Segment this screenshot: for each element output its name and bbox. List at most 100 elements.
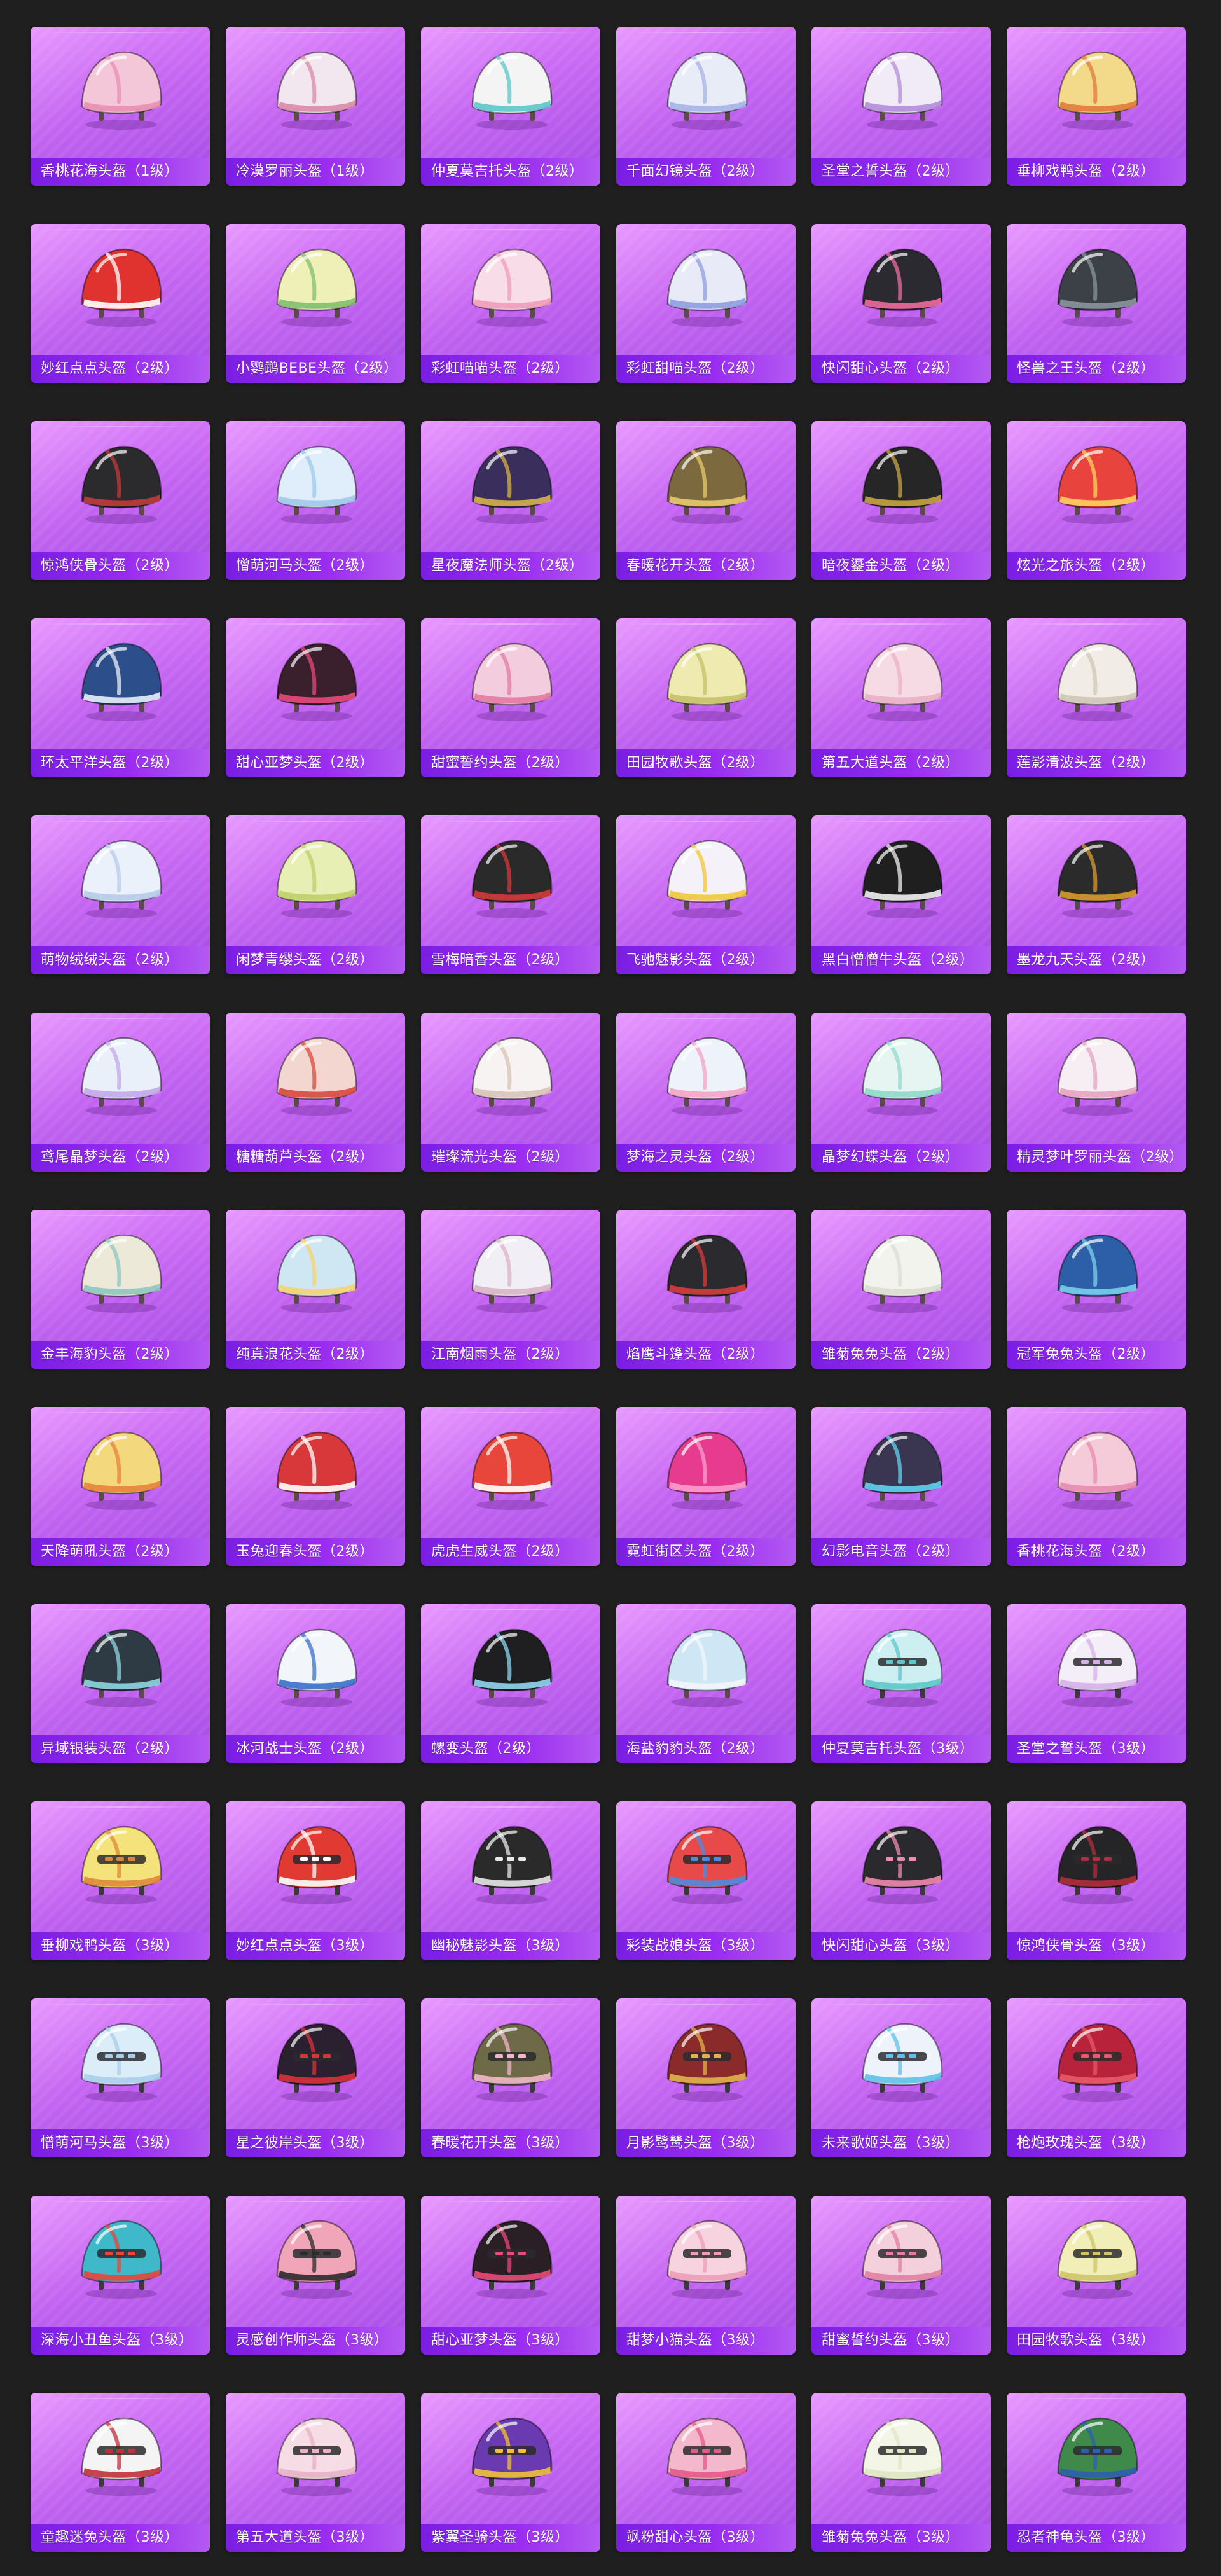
helmet-card[interactable]: 雪梅暗香头盔（2级）: [421, 815, 600, 974]
helmet-icon: [81, 1234, 162, 1313]
helmet-name: 甜蜜誓约头盔（2级）: [421, 749, 600, 777]
helmet-card[interactable]: 飞驰魅影头盔（2级）: [616, 815, 796, 974]
helmet-card[interactable]: 田园牧歌头盔（3级）: [1007, 2196, 1186, 2355]
helmet-name: 仲夏莫吉托头盔（2级）: [421, 158, 600, 186]
helmet-icon: [81, 1431, 162, 1510]
helmet-icon: [81, 248, 162, 327]
helmet-card[interactable]: 田园牧歌头盔（2级）: [616, 618, 796, 777]
helmet-card[interactable]: 幽秘魅影头盔（3级）: [421, 1801, 600, 1960]
helmet-icon: [862, 1825, 943, 1904]
helmet-card[interactable]: 冰河战士头盔（2级）: [226, 1604, 405, 1763]
helmet-card[interactable]: 鸢尾晶梦头盔（2级）: [31, 1013, 210, 1172]
helmet-card[interactable]: 焰鹰斗篷头盔（2级）: [616, 1210, 796, 1369]
helmet-card[interactable]: 仲夏莫吉托头盔（2级）: [421, 27, 600, 186]
helmet-card[interactable]: 灵感创作师头盔（3级）: [226, 2196, 405, 2355]
helmet-name: 金丰海豹头盔（2级）: [31, 1341, 210, 1369]
helmet-card[interactable]: 彩装战娘头盔（3级）: [616, 1801, 796, 1960]
helmet-card[interactable]: 冠军兔兔头盔（2级）: [1007, 1210, 1186, 1369]
helmet-card[interactable]: 雏菊兔兔头盔（3级）: [811, 2393, 991, 2552]
helmet-card[interactable]: 星之彼岸头盔（3级）: [226, 1998, 405, 2157]
helmet-card[interactable]: 深海小丑鱼头盔（3级）: [31, 2196, 210, 2355]
helmet-card[interactable]: 枪炮玫瑰头盔（3级）: [1007, 1998, 1186, 2157]
helmet-card[interactable]: 香桃花海头盔（1级）: [31, 27, 210, 186]
helmet-card[interactable]: 玉兔迎春头盔（2级）: [226, 1407, 405, 1566]
helmet-card[interactable]: 甜心亚梦头盔（3级）: [421, 2196, 600, 2355]
helmet-card[interactable]: 甜梦小猫头盔（3级）: [616, 2196, 796, 2355]
helmet-card[interactable]: 闲梦青缨头盔（2级）: [226, 815, 405, 974]
helmet-card[interactable]: 垂柳戏鸭头盔（3级）: [31, 1801, 210, 1960]
helmet-card[interactable]: 糖糖葫芦头盔（2级）: [226, 1013, 405, 1172]
helmet-card[interactable]: 春暖花开头盔（2级）: [616, 421, 796, 580]
helmet-card[interactable]: 惊鸿侠骨头盔（3级）: [1007, 1801, 1186, 1960]
helmet-card[interactable]: 梦海之灵头盔（2级）: [616, 1013, 796, 1172]
helmet-card[interactable]: 快闪甜心头盔（2级）: [811, 224, 991, 383]
helmet-card[interactable]: 憎萌河马头盔（3级）: [31, 1998, 210, 2157]
helmet-icon: [666, 1234, 748, 1313]
helmet-card[interactable]: 彩虹喵喵头盔（2级）: [421, 224, 600, 383]
helmet-card[interactable]: 螺变头盔（2级）: [421, 1604, 600, 1763]
helmet-card[interactable]: 纯真浪花头盔（2级）: [226, 1210, 405, 1369]
helmet-card[interactable]: 千面幻镜头盔（2级）: [616, 27, 796, 186]
helmet-icon: [276, 1628, 357, 1707]
helmet-icon: [471, 642, 553, 721]
helmet-card[interactable]: 彩虹甜喵头盔（2级）: [616, 224, 796, 383]
helmet-card[interactable]: 莲影清波头盔（2级）: [1007, 618, 1186, 777]
helmet-name: 春暖花开头盔（3级）: [421, 2129, 600, 2157]
helmet-card[interactable]: 海盐豹豹头盔（2级）: [616, 1604, 796, 1763]
helmet-card[interactable]: 晶梦幻蝶头盔（2级）: [811, 1013, 991, 1172]
helmet-card[interactable]: 小鹦鹉BEBE头盔（2级）: [226, 224, 405, 383]
helmet-icon: [862, 642, 943, 721]
helmet-card[interactable]: 未来歌姬头盔（3级）: [811, 1998, 991, 2157]
helmet-card[interactable]: 甜心亚梦头盔（2级）: [226, 618, 405, 777]
helmet-card[interactable]: 虎虎生威头盔（2级）: [421, 1407, 600, 1566]
helmet-card[interactable]: 忍者神龟头盔（3级）: [1007, 2393, 1186, 2552]
helmet-card[interactable]: 童趣迷兔头盔（3级）: [31, 2393, 210, 2552]
helmet-icon: [666, 642, 748, 721]
helmet-card[interactable]: 霓虹街区头盔（2级）: [616, 1407, 796, 1566]
helmet-card[interactable]: 第五大道头盔（3级）: [226, 2393, 405, 2552]
helmet-card[interactable]: 圣堂之誓头盔（3级）: [1007, 1604, 1186, 1763]
helmet-card[interactable]: 璀璨流光头盔（2级）: [421, 1013, 600, 1172]
helmet-card[interactable]: 第五大道头盔（2级）: [811, 618, 991, 777]
helmet-card[interactable]: 怪兽之王头盔（2级）: [1007, 224, 1186, 383]
helmet-name: 冠军兔兔头盔（2级）: [1007, 1341, 1186, 1369]
helmet-card[interactable]: 憎萌河马头盔（2级）: [226, 421, 405, 580]
helmet-card[interactable]: 天降萌吼头盔（2级）: [31, 1407, 210, 1566]
helmet-card[interactable]: 江南烟雨头盔（2级）: [421, 1210, 600, 1369]
helmet-icon: [276, 2417, 357, 2496]
helmet-name: 惊鸿侠骨头盔（2级）: [31, 552, 210, 580]
helmet-card[interactable]: 金丰海豹头盔（2级）: [31, 1210, 210, 1369]
helmet-card[interactable]: 春暖花开头盔（3级）: [421, 1998, 600, 2157]
helmet-card[interactable]: 甜蜜誓约头盔（2级）: [421, 618, 600, 777]
helmet-card[interactable]: 暗夜鎏金头盔（2级）: [811, 421, 991, 580]
helmet-icon: [666, 2417, 748, 2496]
helmet-card[interactable]: 仲夏莫吉托头盔（3级）: [811, 1604, 991, 1763]
helmet-card[interactable]: 幻影电音头盔（2级）: [811, 1407, 991, 1566]
helmet-card[interactable]: 墨龙九天头盔（2级）: [1007, 815, 1186, 974]
helmet-card[interactable]: 精灵梦叶罗丽头盔（2级）: [1007, 1013, 1186, 1172]
helmet-card[interactable]: 紫翼圣骑头盔（3级）: [421, 2393, 600, 2552]
helmet-card[interactable]: 萌物绒绒头盔（2级）: [31, 815, 210, 974]
helmet-card[interactable]: 月影鹭鸶头盔（3级）: [616, 1998, 796, 2157]
helmet-icon: [1057, 248, 1138, 327]
helmet-card[interactable]: 环太平洋头盔（2级）: [31, 618, 210, 777]
helmet-card[interactable]: 炫光之旅头盔（2级）: [1007, 421, 1186, 580]
helmet-card[interactable]: 冷漠罗丽头盔（1级）: [226, 27, 405, 186]
helmet-card[interactable]: 异域银装头盔（2级）: [31, 1604, 210, 1763]
helmet-card[interactable]: 妙红点点头盔（2级）: [31, 224, 210, 383]
helmet-card[interactable]: 垂柳戏鸭头盔（2级）: [1007, 27, 1186, 186]
helmet-card[interactable]: 雏菊兔兔头盔（2级）: [811, 1210, 991, 1369]
helmet-card[interactable]: 惊鸿侠骨头盔（2级）: [31, 421, 210, 580]
helmet-icon: [471, 1628, 553, 1707]
helmet-card[interactable]: 快闪甜心头盔（3级）: [811, 1801, 991, 1960]
helmet-card[interactable]: 香桃花海头盔（2级）: [1007, 1407, 1186, 1566]
helmet-icon: [276, 642, 357, 721]
helmet-card[interactable]: 圣堂之誓头盔（2级）: [811, 27, 991, 186]
helmet-card[interactable]: 甜蜜誓约头盔（3级）: [811, 2196, 991, 2355]
helmet-name: 冷漠罗丽头盔（1级）: [226, 158, 405, 186]
helmet-name: 雏菊兔兔头盔（3级）: [811, 2524, 991, 2552]
helmet-card[interactable]: 妙红点点头盔（3级）: [226, 1801, 405, 1960]
helmet-card[interactable]: 黑白憎憎牛头盔（2级）: [811, 815, 991, 974]
helmet-card[interactable]: 飒粉甜心头盔（3级）: [616, 2393, 796, 2552]
helmet-card[interactable]: 星夜魔法师头盔（2级）: [421, 421, 600, 580]
